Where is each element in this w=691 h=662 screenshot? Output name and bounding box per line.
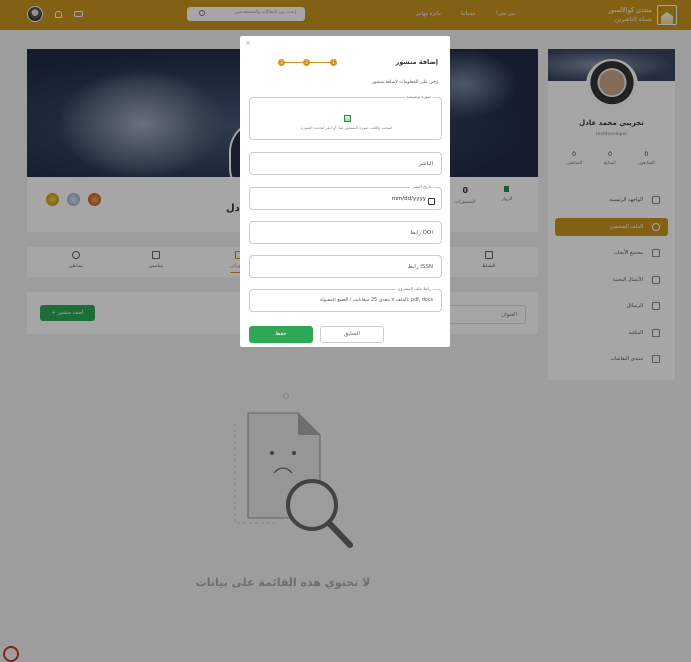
step-1: 1 bbox=[330, 59, 337, 66]
file-hint: الملف لا يتعدى 25 ميغابايت / الصيغ المقب… bbox=[319, 298, 433, 303]
step-2: 2 bbox=[303, 59, 310, 66]
publisher-field[interactable]: الناشر bbox=[249, 152, 442, 175]
calendar-icon[interactable] bbox=[428, 198, 435, 205]
step-3: 3 bbox=[278, 59, 285, 66]
date-placeholder: mm/dd/yyyy bbox=[391, 196, 426, 202]
previous-button[interactable]: السابق bbox=[320, 326, 384, 343]
date-label: تاريخ النشر bbox=[410, 184, 433, 189]
upload-hint: اسحب وأفلت صورة المنشور هنا، أو انقر لتح… bbox=[300, 125, 393, 130]
project-file-field[interactable]: رابط ملف المشروع الملف لا يتعدى 25 ميغاب… bbox=[249, 286, 442, 312]
file-label: رابط ملف المشروع bbox=[396, 286, 433, 291]
modal-title: إضافة منشور bbox=[395, 58, 438, 66]
image-icon bbox=[344, 115, 351, 122]
save-button[interactable]: حفظ bbox=[249, 326, 313, 343]
publisher-placeholder: الناشر bbox=[418, 161, 433, 167]
close-icon[interactable]: × bbox=[245, 39, 251, 47]
add-publication-modal: × 3 2 1 إضافة منشور وحي على المعلومات لإ… bbox=[240, 36, 450, 347]
doi-field[interactable]: رابط DOI bbox=[249, 221, 442, 244]
modal-subtitle: وحي على المعلومات لإضافة منشور bbox=[371, 80, 438, 85]
issn-field[interactable]: رابط ISSN bbox=[249, 255, 442, 278]
image-upload-dropzone[interactable]: صورة توضيحية اسحب وأفلت صورة المنشور هنا… bbox=[249, 94, 442, 140]
stepper: 3 2 1 bbox=[278, 59, 337, 67]
doi-placeholder: رابط DOI bbox=[410, 230, 433, 236]
upload-label: صورة توضيحية bbox=[404, 94, 433, 99]
publish-date-field[interactable]: تاريخ النشر mm/dd/yyyy bbox=[249, 184, 442, 210]
issn-placeholder: رابط ISSN bbox=[407, 264, 433, 270]
